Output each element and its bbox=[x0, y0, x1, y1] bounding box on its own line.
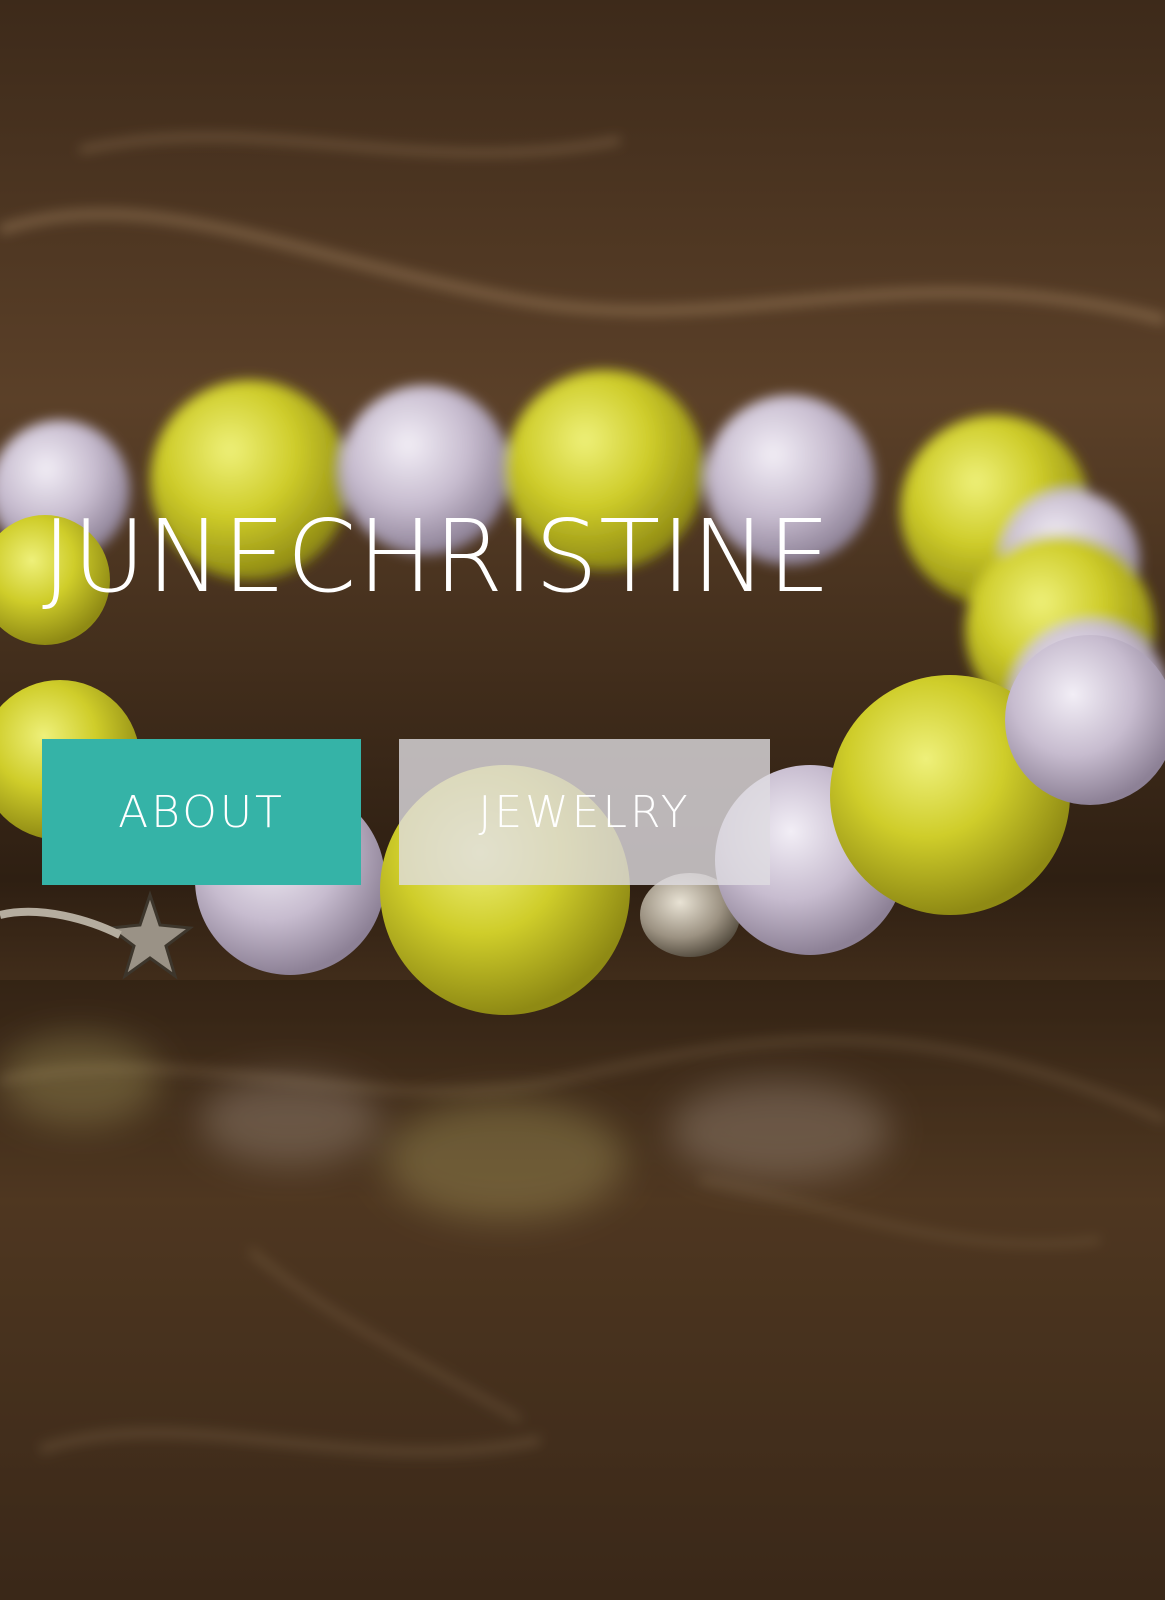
about-button[interactable]: ABOUT bbox=[42, 739, 361, 885]
site-title: JUNECHRISTINE bbox=[42, 498, 832, 615]
hero-section: JUNECHRISTINE ABOUT JEWELRY bbox=[0, 0, 1165, 1600]
jewelry-button[interactable]: JEWELRY bbox=[399, 739, 770, 885]
